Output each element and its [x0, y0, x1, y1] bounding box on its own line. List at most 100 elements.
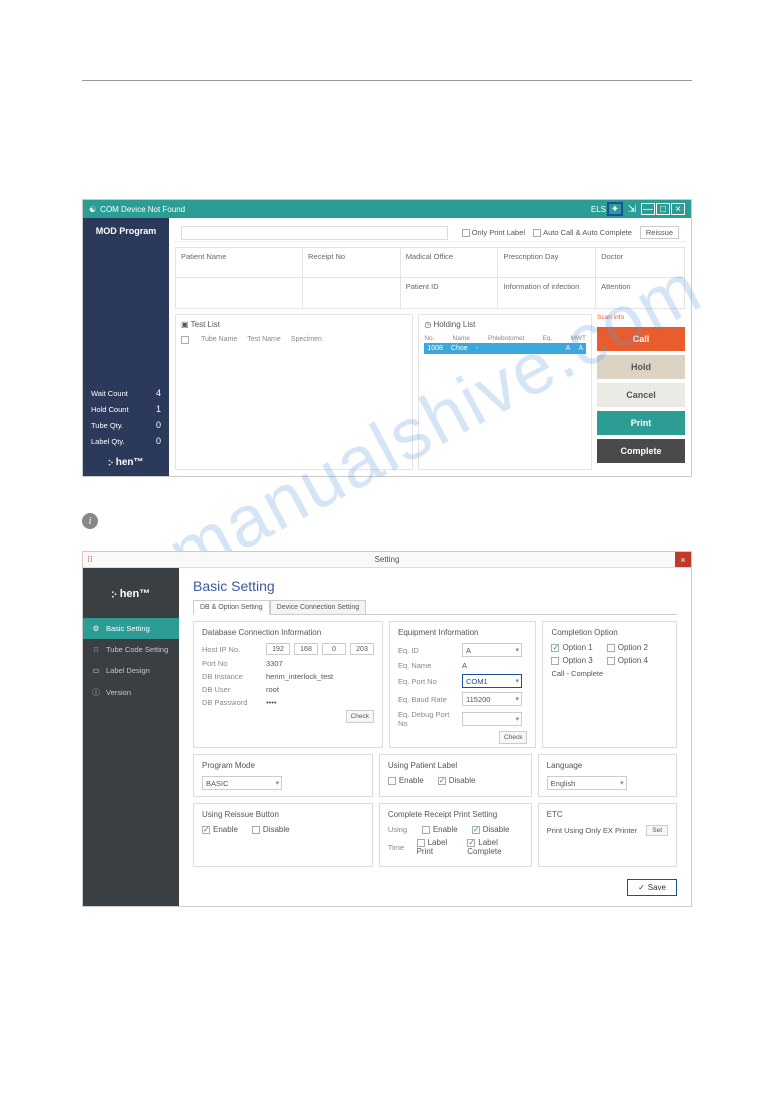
eq-id-select[interactable]: A — [462, 643, 522, 657]
doctor-label: Doctor — [596, 248, 684, 278]
mod-program-window: ☯ COM Device Not Found ELS ✦ ⇲ — □ × MOD… — [82, 199, 692, 477]
minimize-icon[interactable]: — — [641, 203, 655, 215]
upl-enable-checkbox[interactable]: Enable — [388, 776, 424, 785]
option3-checkbox[interactable]: Option 3 — [551, 656, 592, 665]
call-complete-label: Call - Complete — [551, 669, 668, 678]
user-value[interactable]: root — [266, 685, 279, 694]
nav-tube-code[interactable]: ⁝⁝Tube Code Setting — [83, 639, 179, 660]
titlebar: ☯ COM Device Not Found ELS ✦ ⇲ — □ × — [83, 200, 691, 218]
cell-empty1 — [176, 278, 303, 308]
program-mode-select[interactable]: BASIC — [202, 776, 282, 790]
ip-4[interactable]: 203 — [350, 643, 374, 655]
cell-empty2 — [303, 278, 401, 308]
instance-value[interactable]: henm_interlock_test — [266, 672, 333, 681]
holding-list-row[interactable]: 1008Choe-AA — [424, 343, 586, 354]
label-icon: ▭ — [91, 666, 101, 675]
card-title: Using Reissue Button — [202, 810, 364, 819]
info-icon: i — [82, 513, 98, 529]
call-button[interactable]: Call — [597, 327, 685, 351]
db-connection-card: Database Connection Information Host IP … — [193, 621, 383, 748]
close-icon[interactable]: × — [675, 552, 691, 567]
app-title: MOD Program — [83, 218, 169, 244]
eq-port-select[interactable]: COM1 — [462, 674, 522, 688]
gear-icon[interactable]: ✦ — [607, 202, 623, 216]
sidebar: MOD Program Wait Count4 Hold Count1 Tube… — [83, 218, 169, 476]
cancel-button[interactable]: Cancel — [597, 383, 685, 407]
attention-label: Attention — [596, 278, 684, 308]
option1-checkbox[interactable]: Option 1 — [551, 643, 592, 652]
medical-office-label: Madical Office — [401, 248, 499, 278]
db-check-button[interactable]: Check — [346, 710, 374, 723]
option2-checkbox[interactable]: Option 2 — [607, 643, 648, 652]
close-icon[interactable]: × — [671, 203, 685, 215]
gear-icon: ⚙ — [91, 624, 101, 633]
select-all-checkbox[interactable] — [181, 336, 189, 344]
eq-name[interactable]: A — [462, 661, 467, 670]
reissue-button[interactable]: Reissue — [640, 226, 679, 239]
receipt-print-card: Complete Receipt Print Setting Using Ena… — [379, 803, 532, 867]
card-title: Program Mode — [202, 761, 364, 770]
nav-version[interactable]: ⓘVersion — [83, 681, 179, 704]
card-title: Completion Option — [551, 628, 668, 637]
language-card: Language English — [538, 754, 677, 797]
crps-disable-checkbox[interactable]: Disable — [472, 825, 510, 834]
program-mode-card: Program Mode BASIC — [193, 754, 373, 797]
completion-option-card: Completion Option Option 1 Option 2 Opti… — [542, 621, 677, 748]
action-buttons: Scan info Call Hold Cancel Print Complet… — [597, 314, 685, 470]
brand-logo: ჻ hen™ — [83, 449, 169, 476]
urb-disable-checkbox[interactable]: Disable — [252, 825, 290, 834]
infection-info-label: Information of infection — [498, 278, 596, 308]
window-title: ⁝⁝ Setting × — [83, 552, 691, 568]
card-title: Database Connection Information — [202, 628, 374, 637]
page-title: Basic Setting — [193, 578, 677, 594]
settings-sidebar: ჻ hen™ ⚙Basic Setting ⁝⁝Tube Code Settin… — [83, 568, 179, 906]
eq-debug-select[interactable] — [462, 712, 522, 726]
expand-icon[interactable]: ⇲ — [624, 202, 640, 216]
patient-info-grid: Patient Name Receipt No Madical Office P… — [175, 247, 685, 309]
set-button[interactable]: Set — [646, 825, 668, 836]
upl-disable-checkbox[interactable]: Disable — [438, 776, 476, 785]
ip-1[interactable]: 192 — [266, 643, 290, 655]
card-title: Complete Receipt Print Setting — [388, 810, 523, 819]
titlebar-label: ELS — [591, 205, 606, 214]
port-value[interactable]: 3307 — [266, 659, 283, 668]
stat-label: Label Qty.0 — [83, 433, 169, 449]
app-logo-icon: ☯ — [89, 205, 96, 214]
prescription-day-label: Prescription Day — [498, 248, 596, 278]
option4-checkbox[interactable]: Option 4 — [607, 656, 648, 665]
label-print-checkbox[interactable]: Label Print — [417, 838, 458, 856]
card-title: Language — [547, 761, 668, 770]
nav-basic-setting[interactable]: ⚙Basic Setting — [83, 618, 179, 639]
auto-checkbox[interactable]: Auto Call & Auto Complete — [533, 228, 632, 237]
maximize-icon[interactable]: □ — [656, 203, 670, 215]
language-select[interactable]: English — [547, 776, 627, 790]
patient-label-card: Using Patient Label Enable Disable — [379, 754, 532, 797]
brand-logo: ჻ hen™ — [83, 568, 179, 618]
ip-2[interactable]: 168 — [294, 643, 318, 655]
scan-info-label: Scan info — [597, 314, 685, 321]
search-input[interactable] — [181, 226, 448, 240]
receipt-no-label: Receipt No — [303, 248, 401, 278]
crps-enable-checkbox[interactable]: Enable — [422, 825, 458, 834]
etc-text: Print Using Only EX Printer — [547, 826, 637, 835]
card-title: ETC — [547, 810, 668, 819]
label-complete-checkbox[interactable]: Label Complete — [467, 838, 522, 856]
eq-check-button[interactable]: Check — [499, 731, 527, 744]
tab-db-option[interactable]: DB & Option Setting — [193, 600, 270, 615]
only-print-checkbox[interactable]: Only Print Label — [462, 228, 525, 237]
urb-enable-checkbox[interactable]: Enable — [202, 825, 238, 834]
stat-tube: Tube Qty.0 — [83, 417, 169, 433]
save-button[interactable]: Save — [627, 879, 677, 896]
complete-button[interactable]: Complete — [597, 439, 685, 463]
tab-device-connection[interactable]: Device Connection Setting — [270, 600, 367, 614]
ip-3[interactable]: 0 — [322, 643, 346, 655]
print-button[interactable]: Print — [597, 411, 685, 435]
nav-label-design[interactable]: ▭Label Design — [83, 660, 179, 681]
info-icon: ⓘ — [91, 687, 101, 698]
hold-button[interactable]: Hold — [597, 355, 685, 379]
password-value[interactable]: •••• — [266, 698, 277, 707]
page-rule — [82, 80, 692, 81]
eq-baud-select[interactable]: 115200 — [462, 692, 522, 706]
reissue-button-card: Using Reissue Button Enable Disable — [193, 803, 373, 867]
settings-window: ⁝⁝ Setting × ჻ hen™ ⚙Basic Setting ⁝⁝Tub… — [82, 551, 692, 907]
